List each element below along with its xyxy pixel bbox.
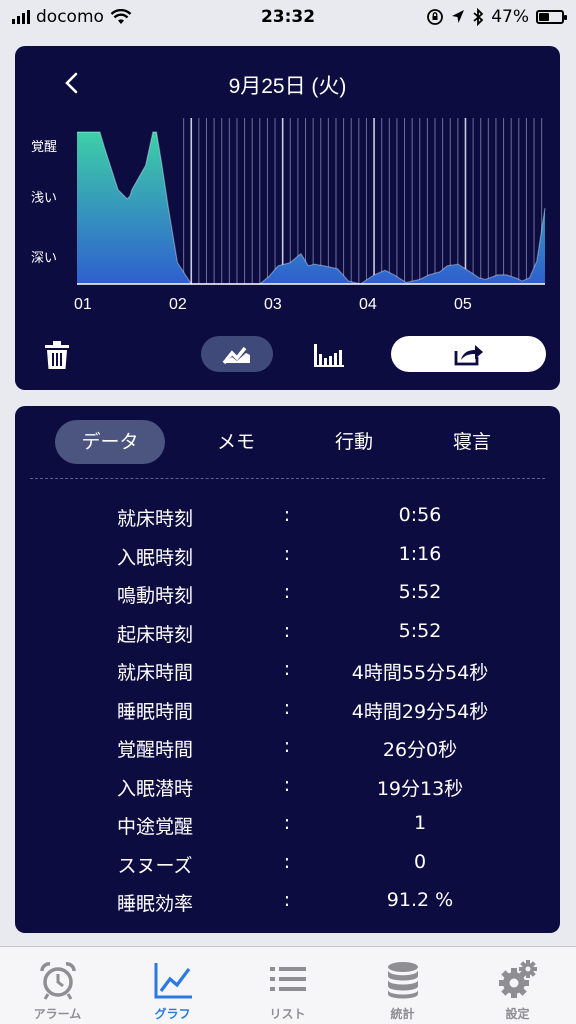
stat-value: 26分0秒 bbox=[382, 739, 458, 761]
tab-bar-stats[interactable]: 統計 bbox=[345, 947, 460, 1024]
stat-colon: : bbox=[283, 658, 291, 680]
graph-icon bbox=[154, 963, 192, 999]
stat-colon: : bbox=[283, 889, 291, 911]
stat-colon: : bbox=[283, 696, 291, 719]
stat-row: 中途覚醒: 1 bbox=[15, 804, 560, 842]
sleep-depth-area bbox=[77, 132, 545, 284]
stat-value: 4時間55分54秒 bbox=[351, 662, 489, 684]
stat-label: 睡眠時間 bbox=[116, 700, 193, 723]
stat-row: 鳴動時刻: 5:52 bbox=[15, 573, 560, 611]
bar-chart-icon bbox=[314, 344, 344, 367]
stat-row: スヌーズ: 0 bbox=[15, 843, 560, 881]
stat-label: 入眠潜時 bbox=[116, 777, 193, 800]
line-chart-icon bbox=[222, 346, 250, 365]
y-label-awake: 覚醒 bbox=[31, 140, 58, 155]
detail-tabs: データ メモ 行動 寝言 bbox=[31, 420, 544, 464]
x-tick-label: 02 bbox=[169, 296, 187, 313]
stat-row: 就床時刻: 0:56 bbox=[15, 496, 560, 534]
share-icon bbox=[454, 345, 483, 366]
stat-value: 91.2 % bbox=[386, 889, 454, 911]
stat-value: 1 bbox=[413, 812, 427, 834]
tab-memo[interactable]: メモ bbox=[181, 420, 291, 464]
sleep-graph bbox=[77, 118, 546, 285]
gear-icon bbox=[499, 960, 537, 998]
share-button[interactable] bbox=[391, 336, 546, 372]
graph-card: 9月25日 (火) 覚醒 浅い 深い 01 02 03 04 05 bbox=[15, 46, 560, 390]
stat-label: 睡眠効率 bbox=[116, 893, 193, 915]
stat-row: 起床時刻: 5:52 bbox=[15, 612, 560, 650]
y-label-deep: 深い bbox=[31, 251, 58, 266]
stat-label: スヌーズ bbox=[117, 854, 193, 877]
orientation-lock-icon bbox=[427, 9, 444, 25]
stat-colon: : bbox=[283, 504, 291, 526]
tab-data[interactable]: データ bbox=[55, 420, 165, 464]
y-label-light: 浅い bbox=[31, 191, 58, 206]
stat-label: 鳴動時刻 bbox=[116, 585, 193, 607]
tab-bar-label: グラフ bbox=[154, 1007, 191, 1021]
bottom-tab-bar: アラーム グラフ リスト 統計 設定 bbox=[0, 946, 576, 1024]
stat-label: 就床時間 bbox=[116, 662, 193, 684]
tab-bar-settings[interactable]: 設定 bbox=[460, 947, 575, 1024]
stat-colon: : bbox=[283, 542, 291, 565]
stat-label: 中途覚醒 bbox=[116, 816, 193, 838]
tab-bar-label: アラーム bbox=[33, 1007, 82, 1021]
stat-value: 5:52 bbox=[398, 619, 442, 642]
x-tick-label: 03 bbox=[264, 296, 282, 313]
bluetooth-icon bbox=[473, 8, 484, 26]
tab-bar-graph[interactable]: グラフ bbox=[115, 947, 230, 1024]
stat-value: 1:16 bbox=[398, 542, 442, 565]
stat-label: 就床時刻 bbox=[116, 508, 193, 530]
stat-colon: : bbox=[283, 735, 291, 757]
stat-value: 19分13秒 bbox=[376, 777, 464, 800]
stat-row: 就床時間: 4時間55分54秒 bbox=[15, 650, 560, 688]
tab-bar-label: 統計 bbox=[390, 1007, 415, 1021]
stat-label: 覚醒時間 bbox=[116, 739, 193, 761]
stat-colon: : bbox=[283, 619, 291, 642]
database-icon bbox=[388, 962, 418, 999]
stat-label: 入眠時刻 bbox=[116, 546, 193, 569]
tab-bar-label: リスト bbox=[269, 1007, 306, 1021]
stat-row: 覚醒時間: 26分0秒 bbox=[15, 727, 560, 765]
data-card: データ メモ 行動 寝言 就床時刻: 0:56 入眠時刻: 1:16 鳴動時刻: 5:… bbox=[15, 406, 560, 933]
stat-row: 睡眠時間: 4時間29分54秒 bbox=[15, 689, 560, 727]
x-tick-label: 05 bbox=[454, 296, 472, 313]
stat-value: 4時間29分54秒 bbox=[351, 700, 489, 723]
tab-bar-label: 設定 bbox=[505, 1007, 530, 1021]
stat-value: 5:52 bbox=[398, 581, 442, 603]
stat-row: 入眠時刻: 1:16 bbox=[15, 535, 560, 573]
stat-label: 起床時刻 bbox=[116, 623, 193, 646]
stat-row: 睡眠効率: 91.2 % bbox=[15, 881, 560, 919]
location-icon bbox=[452, 10, 465, 23]
battery-icon bbox=[536, 10, 567, 24]
tab-bar-list[interactable]: リスト bbox=[230, 947, 345, 1024]
stat-colon: : bbox=[283, 581, 291, 603]
tab-sleep-talk[interactable]: 寝言 bbox=[417, 420, 527, 464]
bar-mode-button[interactable] bbox=[309, 338, 349, 372]
stat-value: 0 bbox=[413, 850, 427, 873]
x-tick-label: 01 bbox=[74, 296, 92, 313]
trash-icon[interactable] bbox=[43, 340, 71, 370]
alarm-clock-icon bbox=[40, 962, 76, 1000]
stat-colon: : bbox=[283, 812, 291, 834]
tab-bar-alarm[interactable]: アラーム bbox=[0, 947, 115, 1024]
stat-row: 入眠潜時: 19分13秒 bbox=[15, 766, 560, 804]
stat-colon: : bbox=[283, 850, 291, 873]
tab-activity[interactable]: 行動 bbox=[299, 420, 409, 464]
status-bar: docomo 23:32 47% bbox=[0, 0, 576, 36]
x-tick-label: 04 bbox=[359, 296, 377, 313]
stat-value: 0:56 bbox=[398, 504, 442, 526]
line-mode-button[interactable] bbox=[201, 336, 273, 372]
battery-percent: 47% bbox=[491, 7, 529, 27]
divider bbox=[30, 478, 545, 479]
stat-colon: : bbox=[283, 773, 291, 796]
list-icon bbox=[270, 967, 306, 991]
